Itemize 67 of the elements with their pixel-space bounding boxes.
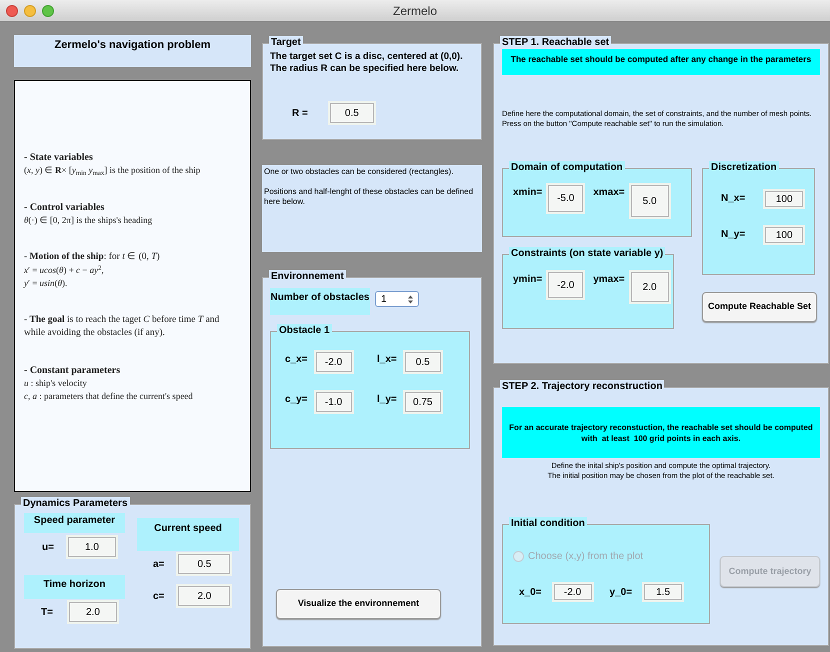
input-field[interactable]: 100 xyxy=(765,227,804,243)
notice-banner: For an accurate trajectory reconstuction, the reachable set should be computed with at least 100 grid points in each axis. xyxy=(502,407,820,458)
field-label: a= xyxy=(153,558,164,572)
input-field[interactable]: 1.0 xyxy=(68,537,116,557)
info-text: One or two obstacles can be considered (rectangles). Positions and half-lenght of these obstacles can be defined here below. xyxy=(264,167,474,207)
close-icon[interactable] xyxy=(6,5,18,17)
input-field[interactable]: 2.0 xyxy=(178,586,230,606)
input-field[interactable]: 2.0 xyxy=(630,272,669,302)
panel-title: Dynamics Parameters xyxy=(21,497,130,510)
formula-text: u : ship's velocity xyxy=(24,377,88,390)
minimize-icon[interactable] xyxy=(24,5,36,17)
info-text: The target set C is a disc, centered at (0,0). The radius R can be specified here below. xyxy=(270,51,464,75)
field-label: N_x= xyxy=(721,192,746,206)
section-heading: - State variables xyxy=(24,151,94,164)
field-label: y_0= xyxy=(610,586,632,600)
input-field[interactable]: -2.0 xyxy=(548,272,584,298)
input-field[interactable]: 5.0 xyxy=(630,185,669,217)
field-label: u= xyxy=(42,540,54,554)
formula-text: (x, y) ∈ R× [y$_{min}$ y$_{max}$] is the position of the ship xyxy=(24,164,202,177)
panel-title: STEP 2. Trajectory reconstruction xyxy=(500,380,664,393)
field-label: l_y= xyxy=(377,393,397,407)
field-label: c= xyxy=(153,590,164,604)
window-title: Zermelo xyxy=(392,2,437,20)
field-label: xmin= xyxy=(513,186,542,200)
input-field[interactable]: 0.5 xyxy=(178,554,230,574)
field-label: R = xyxy=(292,106,308,120)
input-field[interactable]: 1.5 xyxy=(644,584,682,600)
section-header: Time horizon xyxy=(24,575,125,599)
field-label: c_y= xyxy=(285,393,308,407)
input-field[interactable]: -5.0 xyxy=(548,185,584,212)
panel-title: Constraints (on state variable y) xyxy=(509,247,666,260)
input-field[interactable]: 2.0 xyxy=(68,602,117,622)
obstacle-count-select[interactable]: 1 xyxy=(375,291,419,307)
input-field[interactable]: -2.0 xyxy=(316,352,352,372)
field-label: xmax= xyxy=(593,186,625,200)
formula-text: x′ = ucos(θ) + c − ay$^{2}$, xyxy=(24,264,105,277)
zoom-icon[interactable] xyxy=(42,5,54,17)
input-field[interactable]: 0.75 xyxy=(404,392,441,412)
section-header: Speed parameter xyxy=(24,513,125,533)
formula-text: θ(·) ∈ [0, 2π] is the ships's heading xyxy=(24,214,154,227)
input-field[interactable]: 100 xyxy=(765,191,804,207)
notice-banner: The reachable set should be computed after any change in the parameters xyxy=(502,49,820,75)
action-button[interactable]: Visualize the environnement xyxy=(276,589,441,619)
field-label: N_y= xyxy=(721,228,746,242)
section-heading: - Constant parameters xyxy=(24,364,122,377)
formula-text: y′ = usin(θ). xyxy=(24,277,68,290)
section-header: Current speed xyxy=(137,518,239,551)
section-heading: - Control variables xyxy=(24,201,106,214)
section-heading: - The goal is to reach the taget C before time T and while avoiding the obstacles (if any). xyxy=(24,314,220,340)
app-title: Zermelo's navigation problem xyxy=(14,35,251,67)
formula-text: c, a : parameters that define the current's speed xyxy=(24,390,194,403)
section-header: Number of obstacles xyxy=(270,288,370,315)
field-label: c_x= xyxy=(285,353,308,367)
section-heading: - Motion of the ship: for t ∈ (0, T) xyxy=(24,251,161,264)
field-label: ymax= xyxy=(593,273,625,287)
panel-title: Target xyxy=(269,36,303,49)
input-field[interactable]: -1.0 xyxy=(316,392,352,412)
input-field[interactable]: 0.5 xyxy=(330,103,374,123)
field-label: T= xyxy=(41,606,53,620)
input-field[interactable]: 0.5 xyxy=(404,352,441,372)
panel-title: Domain of computation xyxy=(509,161,625,174)
input-field[interactable]: -2.0 xyxy=(554,584,592,600)
field-label: l_x= xyxy=(377,353,397,367)
action-button[interactable]: Compute Reachable Set xyxy=(702,292,817,322)
field-label: x_0= xyxy=(519,586,542,600)
field-label: ymin= xyxy=(513,273,542,287)
stepper-icon xyxy=(408,294,413,304)
